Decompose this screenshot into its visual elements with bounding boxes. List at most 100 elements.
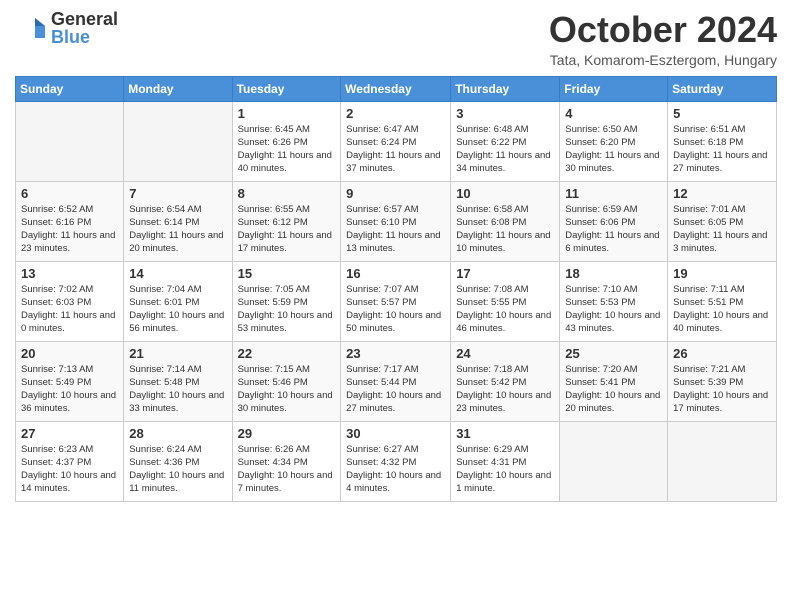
header-row: SundayMondayTuesdayWednesdayThursdayFrid… — [16, 76, 777, 101]
week-row-3: 13Sunrise: 7:02 AM Sunset: 6:03 PM Dayli… — [16, 261, 777, 341]
day-info: Sunrise: 7:04 AM Sunset: 6:01 PM Dayligh… — [129, 283, 226, 336]
week-row-2: 6Sunrise: 6:52 AM Sunset: 6:16 PM Daylig… — [16, 181, 777, 261]
month-title: October 2024 — [549, 10, 777, 50]
day-cell: 21 Sunrise: 7:14 AM Sunset: 5:48 PM Dayli… — [124, 341, 232, 421]
day-cell: 1 Sunrise: 6:45 AM Sunset: 6:26 PM Daylig… — [232, 101, 341, 181]
header-cell-friday: Friday — [560, 76, 668, 101]
day-info: Sunrise: 7:07 AM Sunset: 5:57 PM Dayligh… — [346, 283, 445, 336]
day-cell — [668, 421, 777, 501]
day-number: 27 — [21, 426, 118, 441]
day-number: 8 — [238, 186, 336, 201]
day-info: Sunrise: 6:29 AM Sunset: 4:31 PM Dayligh… — [456, 443, 554, 496]
day-cell: 10 Sunrise: 6:58 AM Sunset: 6:08 PM Dayli… — [451, 181, 560, 261]
day-cell: 6Sunrise: 6:52 AM Sunset: 6:16 PM Daylig… — [16, 181, 124, 261]
day-info: Sunrise: 7:08 AM Sunset: 5:55 PM Dayligh… — [456, 283, 554, 336]
day-number: 19 — [673, 266, 771, 281]
day-info: Sunrise: 6:45 AM Sunset: 6:26 PM Dayligh… — [238, 123, 336, 176]
day-number: 20 — [21, 346, 118, 361]
day-cell: 19 Sunrise: 7:11 AM Sunset: 5:51 PM Dayli… — [668, 261, 777, 341]
day-info: Sunrise: 6:55 AM Sunset: 6:12 PM Dayligh… — [238, 203, 336, 256]
day-number: 14 — [129, 266, 226, 281]
day-number: 6 — [21, 186, 118, 201]
day-cell: 12 Sunrise: 7:01 AM Sunset: 6:05 PM Dayli… — [668, 181, 777, 261]
title-block: October 2024 Tata, Komarom-Esztergom, Hu… — [549, 10, 777, 68]
day-info: Sunrise: 7:10 AM Sunset: 5:53 PM Dayligh… — [565, 283, 662, 336]
week-row-1: 1 Sunrise: 6:45 AM Sunset: 6:26 PM Daylig… — [16, 101, 777, 181]
day-number: 1 — [238, 106, 336, 121]
day-number: 30 — [346, 426, 445, 441]
header-cell-tuesday: Tuesday — [232, 76, 341, 101]
header-cell-wednesday: Wednesday — [341, 76, 451, 101]
day-info: Sunrise: 7:21 AM Sunset: 5:39 PM Dayligh… — [673, 363, 771, 416]
week-row-5: 27Sunrise: 6:23 AM Sunset: 4:37 PM Dayli… — [16, 421, 777, 501]
day-number: 4 — [565, 106, 662, 121]
header-cell-monday: Monday — [124, 76, 232, 101]
day-info: Sunrise: 7:18 AM Sunset: 5:42 PM Dayligh… — [456, 363, 554, 416]
page-header: General Blue October 2024 Tata, Komarom-… — [15, 10, 777, 68]
week-row-4: 20Sunrise: 7:13 AM Sunset: 5:49 PM Dayli… — [16, 341, 777, 421]
day-number: 2 — [346, 106, 445, 121]
day-number: 26 — [673, 346, 771, 361]
day-info: Sunrise: 6:48 AM Sunset: 6:22 PM Dayligh… — [456, 123, 554, 176]
day-cell: 18Sunrise: 7:10 AM Sunset: 5:53 PM Dayli… — [560, 261, 668, 341]
day-number: 12 — [673, 186, 771, 201]
location: Tata, Komarom-Esztergom, Hungary — [549, 52, 777, 68]
day-info: Sunrise: 6:57 AM Sunset: 6:10 PM Dayligh… — [346, 203, 445, 256]
day-cell: 15 Sunrise: 7:05 AM Sunset: 5:59 PM Dayli… — [232, 261, 341, 341]
logo-general: General — [51, 10, 118, 28]
day-number: 24 — [456, 346, 554, 361]
day-number: 9 — [346, 186, 445, 201]
day-cell: 29 Sunrise: 6:26 AM Sunset: 4:34 PM Dayli… — [232, 421, 341, 501]
day-cell: 16 Sunrise: 7:07 AM Sunset: 5:57 PM Dayli… — [341, 261, 451, 341]
day-cell: 31Sunrise: 6:29 AM Sunset: 4:31 PM Dayli… — [451, 421, 560, 501]
day-number: 28 — [129, 426, 226, 441]
day-info: Sunrise: 7:01 AM Sunset: 6:05 PM Dayligh… — [673, 203, 771, 256]
day-info: Sunrise: 6:59 AM Sunset: 6:06 PM Dayligh… — [565, 203, 662, 256]
day-number: 21 — [129, 346, 226, 361]
day-cell — [560, 421, 668, 501]
day-cell: 26 Sunrise: 7:21 AM Sunset: 5:39 PM Dayli… — [668, 341, 777, 421]
logo-text: General Blue — [51, 10, 118, 46]
day-info: Sunrise: 7:11 AM Sunset: 5:51 PM Dayligh… — [673, 283, 771, 336]
day-number: 17 — [456, 266, 554, 281]
day-cell: 28 Sunrise: 6:24 AM Sunset: 4:36 PM Dayli… — [124, 421, 232, 501]
day-cell: 9 Sunrise: 6:57 AM Sunset: 6:10 PM Daylig… — [341, 181, 451, 261]
day-cell: 2Sunrise: 6:47 AM Sunset: 6:24 PM Daylig… — [341, 101, 451, 181]
day-cell: 14 Sunrise: 7:04 AM Sunset: 6:01 PM Dayli… — [124, 261, 232, 341]
day-info: Sunrise: 6:58 AM Sunset: 6:08 PM Dayligh… — [456, 203, 554, 256]
page-container: General Blue October 2024 Tata, Komarom-… — [0, 0, 792, 517]
day-number: 10 — [456, 186, 554, 201]
logo: General Blue — [15, 10, 118, 46]
day-number: 22 — [238, 346, 336, 361]
day-number: 5 — [673, 106, 771, 121]
day-cell: 27Sunrise: 6:23 AM Sunset: 4:37 PM Dayli… — [16, 421, 124, 501]
day-info: Sunrise: 7:05 AM Sunset: 5:59 PM Dayligh… — [238, 283, 336, 336]
day-cell: 24 Sunrise: 7:18 AM Sunset: 5:42 PM Dayli… — [451, 341, 560, 421]
day-number: 11 — [565, 186, 662, 201]
logo-icon — [15, 12, 47, 44]
day-info: Sunrise: 7:20 AM Sunset: 5:41 PM Dayligh… — [565, 363, 662, 416]
day-info: Sunrise: 7:17 AM Sunset: 5:44 PM Dayligh… — [346, 363, 445, 416]
day-cell: 23 Sunrise: 7:17 AM Sunset: 5:44 PM Dayli… — [341, 341, 451, 421]
day-cell: 8 Sunrise: 6:55 AM Sunset: 6:12 PM Daylig… — [232, 181, 341, 261]
day-cell: 20Sunrise: 7:13 AM Sunset: 5:49 PM Dayli… — [16, 341, 124, 421]
day-cell: 30Sunrise: 6:27 AM Sunset: 4:32 PM Dayli… — [341, 421, 451, 501]
day-cell: 3 Sunrise: 6:48 AM Sunset: 6:22 PM Daylig… — [451, 101, 560, 181]
day-cell: 11 Sunrise: 6:59 AM Sunset: 6:06 PM Dayli… — [560, 181, 668, 261]
day-number: 16 — [346, 266, 445, 281]
day-info: Sunrise: 7:14 AM Sunset: 5:48 PM Dayligh… — [129, 363, 226, 416]
day-cell: 7Sunrise: 6:54 AM Sunset: 6:14 PM Daylig… — [124, 181, 232, 261]
day-number: 3 — [456, 106, 554, 121]
day-cell: 5 Sunrise: 6:51 AM Sunset: 6:18 PM Daylig… — [668, 101, 777, 181]
day-number: 13 — [21, 266, 118, 281]
day-cell: 25Sunrise: 7:20 AM Sunset: 5:41 PM Dayli… — [560, 341, 668, 421]
day-info: Sunrise: 6:54 AM Sunset: 6:14 PM Dayligh… — [129, 203, 226, 256]
day-number: 23 — [346, 346, 445, 361]
day-number: 15 — [238, 266, 336, 281]
day-cell: 22Sunrise: 7:15 AM Sunset: 5:46 PM Dayli… — [232, 341, 341, 421]
day-info: Sunrise: 6:24 AM Sunset: 4:36 PM Dayligh… — [129, 443, 226, 496]
day-info: Sunrise: 6:26 AM Sunset: 4:34 PM Dayligh… — [238, 443, 336, 496]
day-info: Sunrise: 6:51 AM Sunset: 6:18 PM Dayligh… — [673, 123, 771, 176]
day-number: 29 — [238, 426, 336, 441]
header-cell-saturday: Saturday — [668, 76, 777, 101]
